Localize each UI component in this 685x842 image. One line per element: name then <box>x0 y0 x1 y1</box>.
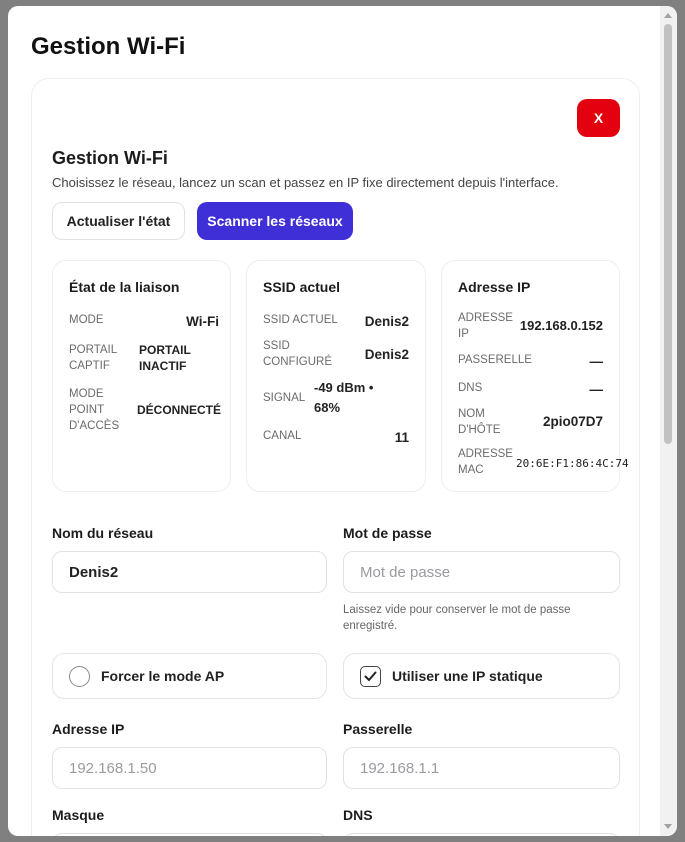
password-input[interactable] <box>343 551 620 593</box>
static-ip-checkbox[interactable] <box>360 666 381 687</box>
info-key: SSID CONFIGURÉ <box>263 340 332 368</box>
info-row-gateway: PASSERELLE — <box>458 352 603 372</box>
checkmark-icon <box>364 671 377 681</box>
info-value: — <box>589 354 604 369</box>
force-ap-radio[interactable] <box>69 666 90 687</box>
gateway-input[interactable] <box>343 747 620 789</box>
info-row-dns: DNS — <box>458 380 603 400</box>
static-ip-toggle[interactable]: Utiliser une IP statique <box>343 653 620 699</box>
info-value: 2pio07D7 <box>542 414 603 429</box>
mask-label: Masque <box>52 807 105 823</box>
refresh-status-button[interactable]: Actualiser l'état <box>52 202 185 240</box>
static-ip-label: Utiliser une IP statique <box>392 668 543 684</box>
info-value: PORTAIL INACTIF <box>139 343 191 373</box>
scroll-up-arrow-icon[interactable] <box>664 13 672 18</box>
info-value: Denis2 <box>364 347 409 362</box>
ip-address-label: Adresse IP <box>52 721 125 737</box>
ip-address-card: Adresse IP ADRESSE IP 192.168.0.152 PASS… <box>441 260 629 492</box>
info-row-captive-portal: PORTAIL CAPTIF PORTAIL INACTIF <box>69 342 219 376</box>
force-ap-label: Forcer le mode AP <box>101 668 225 684</box>
info-key: NOM D'HÔTE <box>458 408 501 436</box>
dns-input[interactable] <box>343 833 620 836</box>
current-ssid-title: SSID actuel <box>263 279 341 295</box>
info-row-ap-mode: MODE POINT D'ACCÈS DÉCONNECTÉ <box>69 386 222 436</box>
network-name-label: Nom du réseau <box>52 525 154 541</box>
info-value: Denis2 <box>364 314 409 329</box>
section-description: Choisissez le réseau, lancez un scan et … <box>52 175 559 190</box>
link-status-card: État de la liaison MODE Wi-Fi PORTAIL CA… <box>52 260 231 492</box>
link-status-title: État de la liaison <box>69 279 180 295</box>
info-row-mode: MODE Wi-Fi <box>69 312 219 332</box>
info-key: PASSERELLE <box>458 354 532 366</box>
wifi-settings-card: X Gestion Wi-Fi Choisissez le réseau, la… <box>31 78 640 836</box>
info-key: MODE POINT D'ACCÈS <box>69 388 120 432</box>
wifi-modal: Gestion Wi-Fi X Gestion Wi-Fi Choisissez… <box>8 6 677 836</box>
dns-label: DNS <box>343 807 373 823</box>
gateway-label: Passerelle <box>343 721 413 737</box>
info-value: DÉCONNECTÉ <box>137 403 222 417</box>
info-value: 11 <box>394 430 409 445</box>
info-value: -49 dBm • 68% <box>314 380 374 415</box>
info-value: 192.168.0.152 <box>519 318 603 333</box>
info-key: ADRESSE IP <box>458 312 513 340</box>
info-key: PORTAIL CAPTIF <box>69 344 117 372</box>
password-help: Laissez vide pour conserver le mot de pa… <box>343 604 571 632</box>
info-key: SSID ACTUEL <box>263 314 338 326</box>
network-name-input[interactable] <box>52 551 327 593</box>
info-key: SIGNAL <box>263 392 306 404</box>
modal-title: Gestion Wi-Fi <box>31 33 186 60</box>
info-row-configured-ssid: SSID CONFIGURÉ Denis2 <box>263 338 409 372</box>
info-row-mac: ADRESSE MAC 20:6E:F1:86:4C:74 <box>458 446 629 480</box>
info-key: ADRESSE MAC <box>458 448 513 476</box>
info-row-ip: ADRESSE IP 192.168.0.152 <box>458 310 603 344</box>
info-row-channel: CANAL 11 <box>263 428 409 448</box>
info-row-current-ssid: SSID ACTUEL Denis2 <box>263 312 409 332</box>
current-ssid-card: SSID actuel SSID ACTUEL Denis2 SSID CONF… <box>246 260 426 492</box>
scrollbar[interactable] <box>660 6 677 836</box>
force-ap-toggle[interactable]: Forcer le mode AP <box>52 653 327 699</box>
section-title: Gestion Wi-Fi <box>52 148 168 168</box>
ip-address-input[interactable] <box>52 747 327 789</box>
mask-input[interactable] <box>52 833 327 836</box>
info-row-hostname: NOM D'HÔTE 2pio07D7 <box>458 406 603 440</box>
scroll-down-arrow-icon[interactable] <box>664 824 672 829</box>
info-row-signal: SIGNAL -49 dBm • 68% <box>263 378 409 418</box>
info-value: — <box>589 382 604 397</box>
password-label: Mot de passe <box>343 525 432 541</box>
ip-address-title: Adresse IP <box>458 279 531 295</box>
scrollbar-thumb[interactable] <box>664 24 672 444</box>
info-key: DNS <box>458 382 483 394</box>
info-key: MODE <box>69 314 104 326</box>
info-value: Wi-Fi <box>186 314 219 329</box>
info-key: CANAL <box>263 430 302 442</box>
close-button[interactable]: X <box>577 99 620 137</box>
scan-networks-button[interactable]: Scanner les réseaux <box>197 202 353 240</box>
info-value: 20:6E:F1:86:4C:74 <box>516 457 629 470</box>
